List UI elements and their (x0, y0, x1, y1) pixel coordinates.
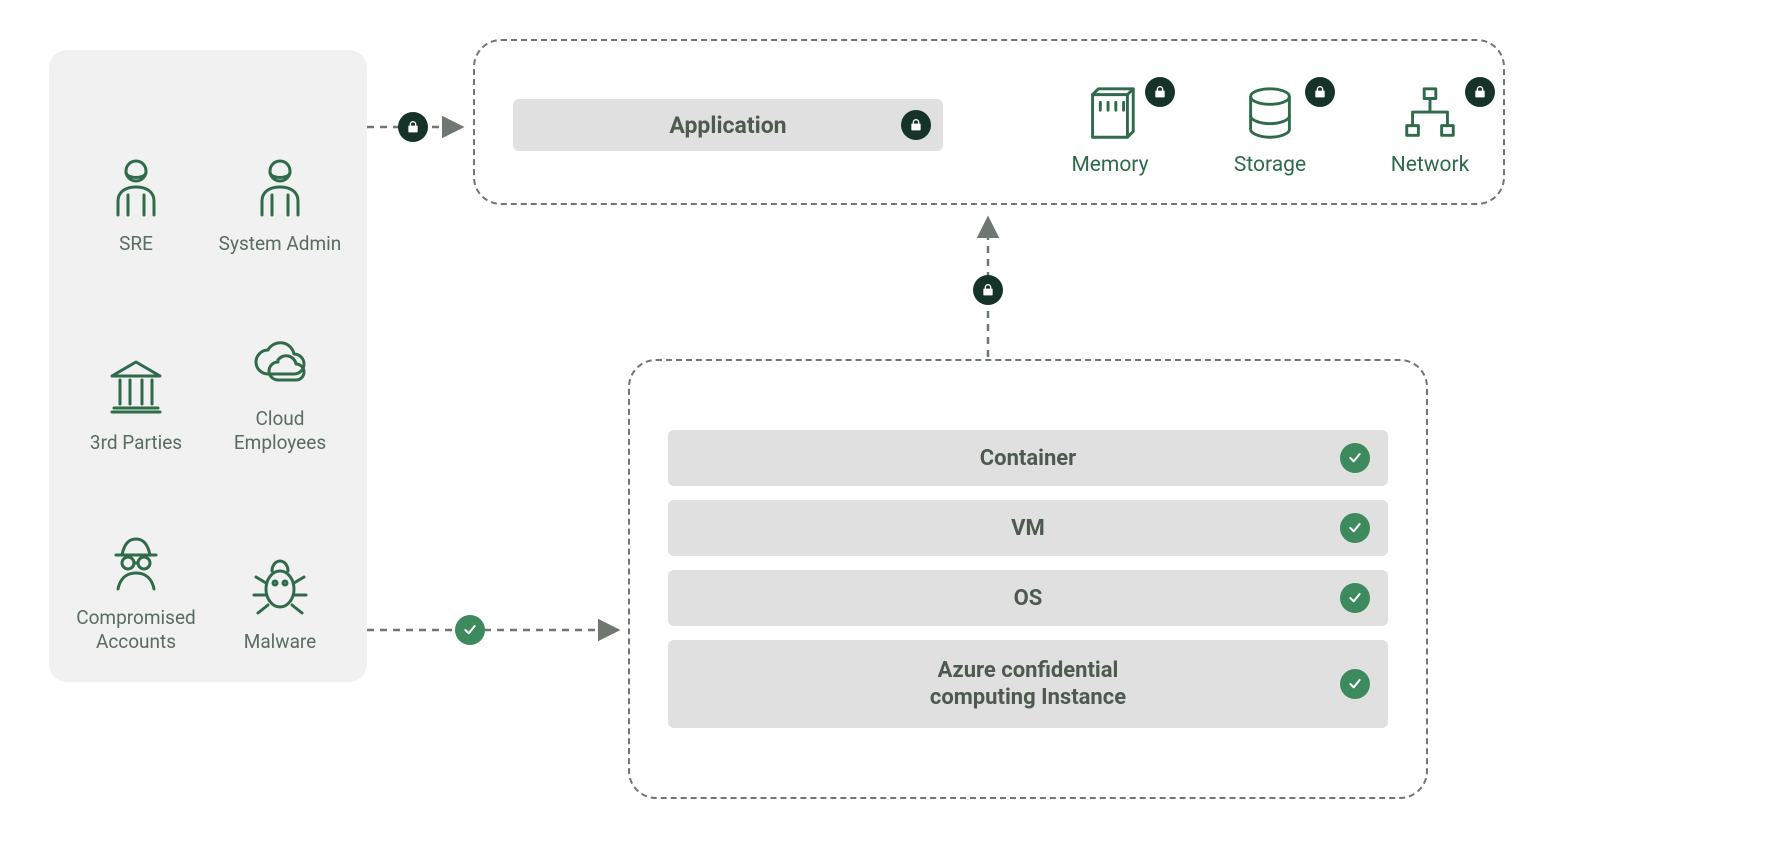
check-icon (1340, 513, 1370, 543)
infrastructure-trust-boundary: Container VM OS Azure confidential compu… (628, 359, 1428, 799)
lock-icon (398, 112, 428, 142)
stack-label: OS (1014, 586, 1043, 611)
stack-label: VM (1011, 516, 1045, 541)
threat-label: System Admin (219, 232, 342, 256)
application-trust-boundary: Application Memory (473, 39, 1505, 205)
threat-cloud-employees: Cloud Employees (213, 277, 347, 454)
resource-label: Storage (1234, 153, 1306, 177)
person-icon (245, 152, 315, 222)
network-icon (1399, 83, 1461, 145)
threat-label: SRE (119, 232, 153, 256)
spy-icon (101, 526, 171, 596)
threat-system-admin: System Admin (213, 78, 347, 255)
threat-label: Cloud Employees (213, 407, 347, 455)
threat-compromised-accounts: Compromised Accounts (69, 477, 203, 654)
lock-icon (901, 110, 931, 140)
lock-icon (1465, 77, 1495, 107)
application-bar: Application (513, 99, 943, 151)
check-icon (1340, 443, 1370, 473)
resource-memory: Memory (1055, 83, 1165, 177)
check-icon (1340, 669, 1370, 699)
threat-label: Malware (244, 630, 317, 654)
storage-icon (1239, 83, 1301, 145)
threat-third-parties: 3rd Parties (69, 277, 203, 454)
threat-label: Compromised Accounts (69, 606, 203, 654)
check-icon (1340, 583, 1370, 613)
stack-os: OS (668, 570, 1388, 626)
lock-icon (1145, 77, 1175, 107)
resource-label: Memory (1071, 153, 1148, 177)
check-icon (455, 615, 485, 645)
bug-icon (245, 550, 315, 620)
person-icon (101, 152, 171, 222)
threat-sre: SRE (69, 78, 203, 255)
lock-icon (1305, 77, 1335, 107)
bank-icon (101, 351, 171, 421)
stack-label: Container (980, 446, 1076, 471)
threat-label: 3rd Parties (90, 431, 182, 455)
lock-icon (973, 275, 1003, 305)
stack-label: Azure confidential computing Instance (930, 657, 1126, 712)
stack-vm: VM (668, 500, 1388, 556)
resource-label: Network (1391, 153, 1470, 177)
memory-icon (1079, 83, 1141, 145)
threat-malware: Malware (213, 477, 347, 654)
application-label: Application (669, 112, 786, 139)
stack-container: Container (668, 430, 1388, 486)
resource-storage: Storage (1215, 83, 1325, 177)
resource-network: Network (1375, 83, 1485, 177)
stack-instance: Azure confidential computing Instance (668, 640, 1388, 728)
threat-actors-panel: SRE System Admin 3rd Partie (49, 50, 367, 682)
cloud-icon (245, 327, 315, 397)
